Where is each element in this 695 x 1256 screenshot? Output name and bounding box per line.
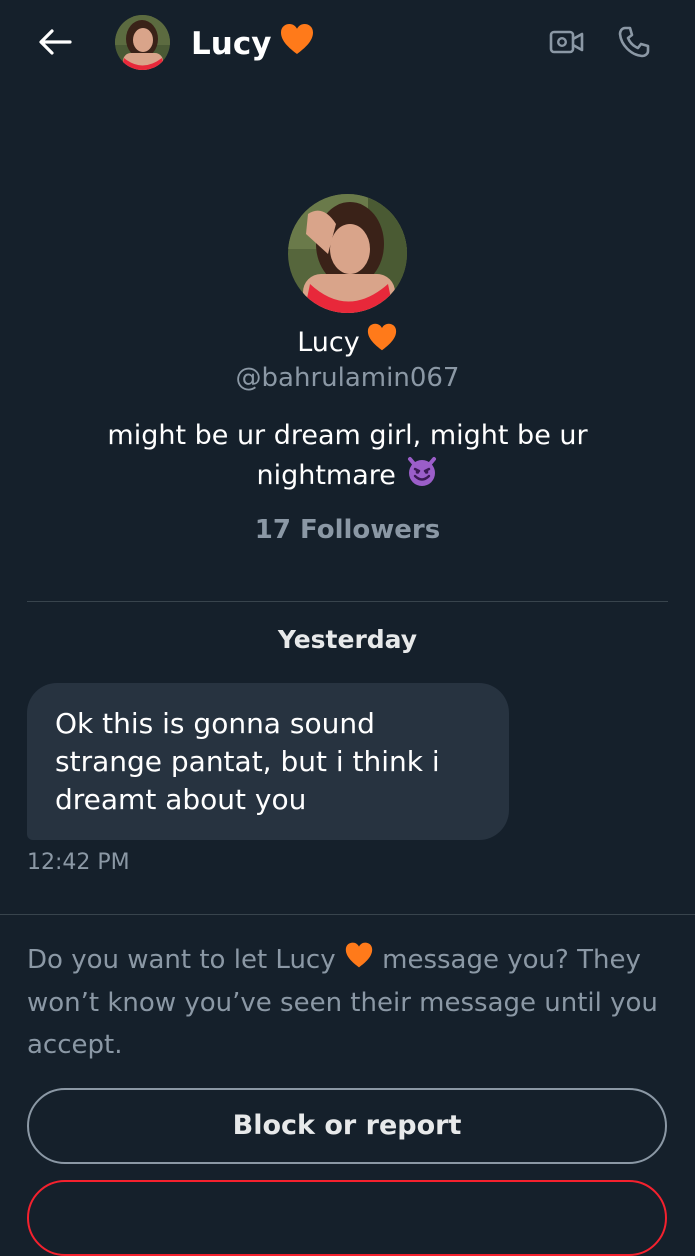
profile-bio: might be ur dream girl, might be ur nigh…	[100, 417, 595, 498]
delete-button[interactable]	[27, 1180, 667, 1256]
request-prompt-before: Do you want to let Lucy	[27, 945, 336, 975]
profile-handle[interactable]: @bahrulamin067	[0, 359, 695, 397]
video-camera-icon	[549, 30, 584, 54]
block-or-report-button[interactable]: Block or report	[27, 1088, 667, 1164]
arrow-left-icon	[39, 29, 72, 55]
message-text: Ok this is gonna sound strange pantat, b…	[55, 707, 440, 816]
followers-count[interactable]: 17 Followers	[0, 511, 695, 549]
profile-avatar[interactable]	[288, 194, 407, 313]
date-separator: Yesterday	[277, 625, 418, 654]
phone-icon	[618, 26, 650, 58]
header-avatar[interactable]	[115, 15, 170, 70]
request-divider	[0, 914, 695, 915]
avatar-photo	[115, 15, 170, 70]
header-name-text: Lucy	[191, 26, 272, 62]
back-button[interactable]	[34, 22, 76, 62]
message-bubble[interactable]: Ok this is gonna sound strange pantat, b…	[27, 683, 509, 840]
section-divider	[27, 601, 668, 602]
message-timestamp: 12:42 PM	[27, 850, 130, 875]
voice-call-button[interactable]	[614, 22, 654, 62]
smiling-imp-icon	[405, 455, 439, 498]
conversation-header: Lucy	[0, 0, 695, 86]
orange-heart-icon	[366, 322, 398, 364]
orange-heart-icon	[279, 22, 315, 66]
profile-name-text: Lucy	[297, 327, 360, 358]
profile-name: Lucy	[0, 322, 695, 364]
message-request-prompt: Do you want to let Lucy message you? The…	[27, 939, 672, 1066]
avatar-photo	[288, 194, 407, 313]
header-title[interactable]: Lucy	[191, 22, 315, 66]
video-call-button[interactable]	[547, 22, 587, 62]
profile-bio-text: might be ur dream girl, might be ur nigh…	[107, 420, 588, 491]
orange-heart-icon	[344, 940, 374, 982]
